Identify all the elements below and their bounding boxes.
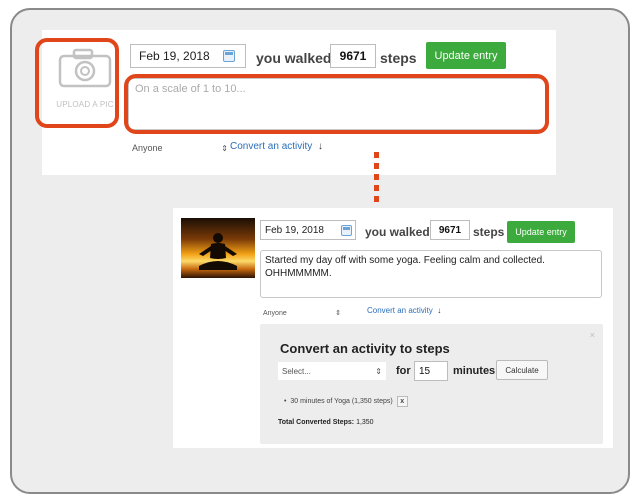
close-icon[interactable]: × [590, 330, 595, 340]
activity-select[interactable]: Select... ⇕ [278, 362, 386, 380]
total-converted: Total Converted Steps: 1,350 [278, 419, 374, 426]
privacy-value: Anyone [263, 309, 287, 317]
calendar-icon[interactable] [341, 225, 352, 236]
convert-activity-link[interactable]: Convert an activity ↓ [367, 306, 441, 315]
privacy-select[interactable]: Anyone ⇕ [132, 140, 228, 156]
activity-select-value: Select... [282, 366, 311, 376]
date-input[interactable]: Feb 19, 2018 [130, 44, 246, 68]
minutes-input[interactable]: 15 [414, 361, 448, 381]
textarea-highlight [124, 74, 549, 134]
select-arrows-icon: ⇕ [335, 310, 341, 317]
remove-item-button[interactable]: x [396, 396, 408, 407]
converted-item-text: 30 minutes of Yoga (1,350 steps) [290, 398, 393, 405]
update-entry-button[interactable]: Update entry [507, 221, 575, 243]
convert-activity-label: Convert an activity [230, 141, 313, 152]
bottom-entry-panel: Feb 19, 2018 you walked 9671 steps Updat… [173, 208, 613, 448]
entry-textarea[interactable]: Started my day off with some yoga. Feeli… [260, 250, 602, 298]
you-walked-label: you walked [256, 50, 332, 66]
privacy-select[interactable]: Anyone ⇕ [263, 306, 341, 320]
total-label: Total Converted Steps: [278, 419, 355, 426]
converted-item: • 30 minutes of Yoga (1,350 steps) x [284, 396, 408, 407]
meditation-silhouette-icon [199, 233, 237, 270]
yoga-photo [181, 218, 255, 278]
convert-activity-label: Convert an activity [367, 306, 433, 315]
update-entry-button[interactable]: Update entry [426, 42, 506, 69]
date-value: Feb 19, 2018 [139, 49, 210, 63]
for-label: for [396, 365, 411, 377]
entry-text: Started my day off with some yoga. Feeli… [265, 255, 545, 279]
convert-activity-link[interactable]: Convert an activity ↓ [230, 141, 323, 152]
total-value: 1,350 [356, 419, 374, 426]
calendar-icon[interactable] [223, 50, 235, 62]
steps-label: steps [473, 225, 505, 239]
steps-input[interactable]: 9671 [430, 220, 470, 240]
select-arrows-icon: ⇕ [221, 143, 228, 153]
privacy-value: Anyone [132, 143, 163, 153]
convert-activity-panel: × Convert an activity to steps Select...… [260, 324, 603, 444]
upload-highlight [35, 38, 119, 128]
arrow-down-icon: ↓ [435, 306, 442, 315]
you-walked-label: you walked [365, 225, 430, 239]
convert-panel-title: Convert an activity to steps [280, 341, 450, 356]
select-arrows-icon: ⇕ [375, 366, 382, 376]
steps-label: steps [380, 50, 417, 66]
steps-input[interactable]: 9671 [330, 44, 376, 68]
date-value: Feb 19, 2018 [265, 224, 324, 236]
date-input[interactable]: Feb 19, 2018 [260, 220, 356, 240]
arrow-down-icon: ↓ [315, 141, 323, 152]
calculate-button[interactable]: Calculate [496, 360, 548, 380]
minutes-label: minutes [453, 365, 496, 377]
dotted-connector [374, 152, 379, 202]
